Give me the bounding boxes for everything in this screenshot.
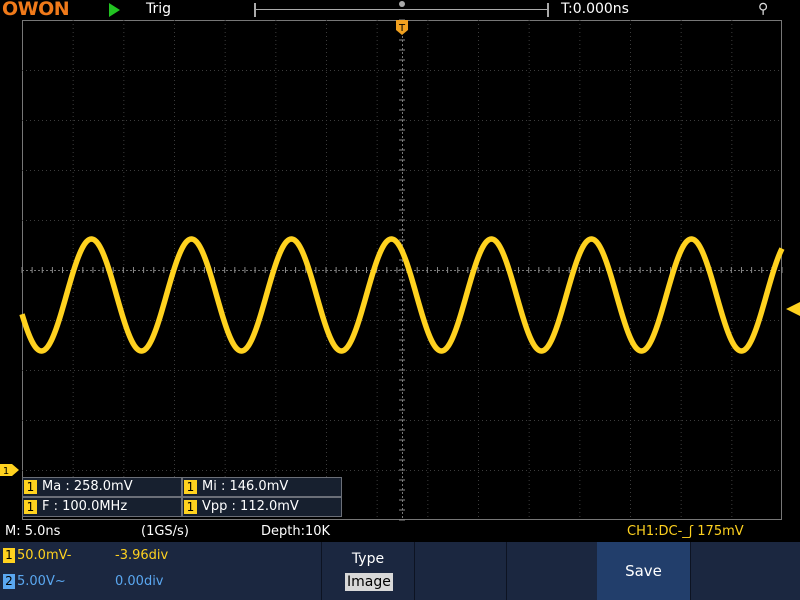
bottom-menu-bar: 1 50.0mV- -3.96div 2 5.00V~ 0.00div Type… [0,542,800,600]
ch1-badge: 1 [184,480,197,494]
timebase-readout[interactable]: M: 5.0ns [5,524,60,539]
measurement-mi-text: Mi : 146.0mV [202,479,289,494]
measurement-vpp: 1 Vpp : 112.0mV [182,497,342,517]
ch2-scale[interactable]: 5.00V~ [17,574,66,589]
trigger-info-readout[interactable]: CH1:DC-_ʃ 175mV [627,524,744,539]
memory-depth-readout: Depth:10K [261,524,331,539]
measurement-ma: 1 Ma : 258.0mV [22,477,182,497]
sample-rate-readout: (1GS/s) [141,524,189,539]
ch1-waveform [19,236,785,354]
menu-separator [690,542,691,600]
ch1-scale[interactable]: 50.0mV- [17,548,71,563]
trigger-level-arrow [786,302,800,316]
acquisition-status-row: M: 5.0ns (1GS/s) Depth:10K CH1:DC-_ʃ 175… [0,522,800,542]
measurement-freq: 1 F : 100.0MHz [22,497,182,517]
ch2-badge: 2 [3,574,15,589]
ch2-offset[interactable]: 0.00div [115,574,164,589]
menu-separator [414,542,415,600]
ch1-badge: 1 [24,480,37,494]
measurement-ma-text: Ma : 258.0mV [42,479,133,494]
type-menu-value: Image [345,573,393,591]
graticule [21,19,783,521]
measurement-mi: 1 Mi : 146.0mV [182,477,342,497]
waveform-display[interactable]: T 1 [0,0,800,522]
type-menu-label: Type [351,551,385,567]
ch1-badge: 1 [24,500,37,514]
save-button[interactable]: Save [597,542,690,600]
ch1-badge: 1 [184,500,197,514]
save-button-label: Save [625,562,662,580]
ch1-ground-marker[interactable]: 1 [0,464,19,477]
trigger-position-label: T [398,23,406,34]
menu-separator [506,542,507,600]
ch1-ground-label: 1 [3,466,9,477]
measurement-vpp-text: Vpp : 112.0mV [202,499,299,514]
ch1-offset[interactable]: -3.96div [115,548,168,563]
measurement-freq-text: F : 100.0MHz [42,499,128,514]
trigger-position-marker[interactable]: T [396,20,408,35]
ch1-badge: 1 [3,548,15,563]
trigger-level-marker[interactable] [786,302,800,316]
